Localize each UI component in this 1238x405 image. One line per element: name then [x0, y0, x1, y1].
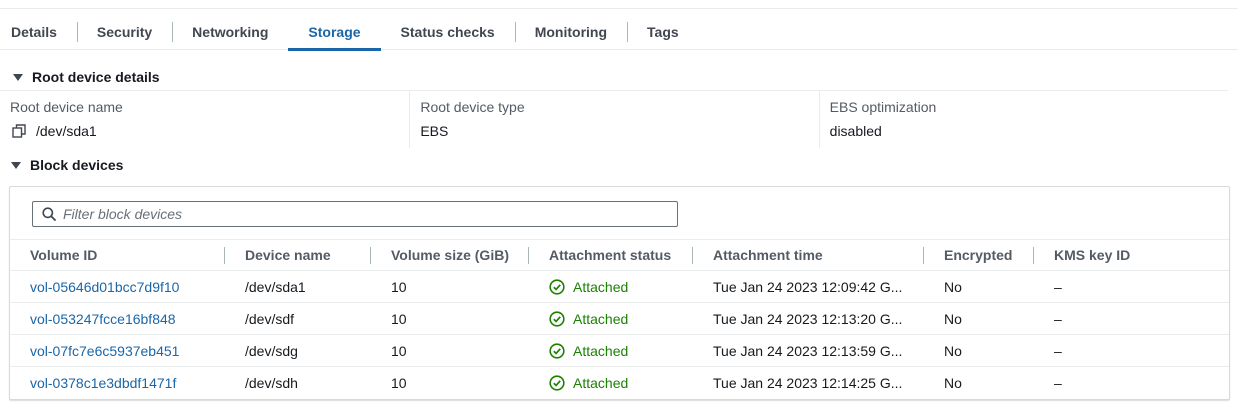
- caret-down-icon: [11, 162, 21, 169]
- block-devices-toggle[interactable]: Block devices: [11, 157, 123, 173]
- root-device-name-value-row: /dev/sda1: [6, 123, 409, 139]
- kms-key-id-cell: –: [1054, 375, 1062, 391]
- tab-status-checks[interactable]: Status checks: [381, 15, 515, 49]
- volume-size-cell: 10: [391, 310, 407, 327]
- device-name-cell: /dev/sdh: [245, 375, 298, 391]
- encrypted-cell: No: [944, 310, 962, 327]
- status-badge: Attached: [549, 343, 693, 359]
- root-device-name-value: /dev/sda1: [36, 123, 97, 139]
- block-devices-title: Block devices: [30, 157, 124, 173]
- table-row: vol-0378c1e3dbdf1471f /dev/sdh 10 Attach…: [10, 367, 1229, 399]
- check-circle-icon: [549, 310, 565, 327]
- status-badge: Attached: [549, 375, 693, 391]
- table-body: vol-05646d01bcc7d9f10 /dev/sda1 10 Attac…: [10, 271, 1229, 399]
- tab-storage[interactable]: Storage: [288, 15, 381, 51]
- root-device-details-title: Root device details: [32, 69, 160, 85]
- copy-icon[interactable]: [12, 124, 26, 138]
- table-row: vol-053247fcce16bf848 /dev/sdf 10 Attach…: [10, 303, 1229, 335]
- tab-tags[interactable]: Tags: [627, 15, 699, 49]
- attachment-time-cell: Tue Jan 24 2023 12:13:20 G...: [713, 310, 903, 327]
- instance-tabs: Details Security Networking Storage Stat…: [0, 14, 1238, 51]
- volume-size-cell: 10: [391, 342, 407, 359]
- volume-id-link[interactable]: vol-0378c1e3dbdf1471f: [10, 375, 225, 391]
- attachment-status-cell: Attached: [529, 343, 693, 359]
- volume-id-link[interactable]: vol-05646d01bcc7d9f10: [10, 279, 225, 295]
- column-header-volume-size[interactable]: Volume size (GiB): [371, 239, 529, 271]
- encrypted-cell: No: [944, 278, 962, 295]
- volume-id-link[interactable]: vol-07fc7e6c5937eb451: [10, 343, 225, 359]
- check-circle-icon: [549, 342, 565, 359]
- attachment-time-cell: Tue Jan 24 2023 12:09:42 G...: [713, 278, 903, 295]
- column-header-volume-id[interactable]: Volume ID: [10, 239, 225, 271]
- tab-security[interactable]: Security: [76, 15, 172, 49]
- column-header-attachment-time[interactable]: Attachment time: [693, 239, 924, 271]
- kms-key-id-cell: –: [1054, 310, 1062, 327]
- block-devices-table: Volume ID Device name Volume size (GiB) …: [9, 186, 1230, 400]
- root-device-name-label: Root device name: [10, 99, 123, 115]
- table-row: vol-05646d01bcc7d9f10 /dev/sda1 10 Attac…: [10, 271, 1229, 303]
- ebs-optimization-field: EBS optimization disabled: [818, 91, 1228, 148]
- kms-key-id-cell: –: [1054, 342, 1062, 359]
- device-name-cell: /dev/sdg: [245, 342, 298, 359]
- volume-size-cell: 10: [391, 375, 407, 391]
- attachment-status-cell: Attached: [529, 311, 693, 327]
- column-header-attachment-status[interactable]: Attachment status: [529, 239, 693, 271]
- search-icon: [42, 207, 56, 221]
- filter-block-devices-input[interactable]: [63, 206, 653, 222]
- attachment-status-cell: Attached: [529, 375, 693, 391]
- volume-id-link[interactable]: vol-053247fcce16bf848: [10, 311, 225, 327]
- tab-networking[interactable]: Networking: [172, 15, 288, 49]
- encrypted-cell: No: [944, 342, 962, 359]
- attachment-status-cell: Attached: [529, 279, 693, 295]
- column-header-kms-key-id[interactable]: KMS key ID: [1034, 239, 1229, 271]
- root-device-type-label: Root device type: [420, 99, 525, 115]
- encrypted-cell: No: [944, 375, 962, 391]
- tab-details[interactable]: Details: [0, 15, 77, 49]
- attachment-time-cell: Tue Jan 24 2023 12:14:25 G...: [713, 375, 903, 391]
- attachment-time-cell: Tue Jan 24 2023 12:13:59 G...: [713, 342, 903, 359]
- top-divider: [0, 8, 1238, 9]
- column-header-device-name[interactable]: Device name: [225, 239, 371, 271]
- status-badge: Attached: [549, 311, 693, 327]
- root-device-type-value: EBS: [420, 123, 449, 139]
- check-circle-icon: [549, 375, 565, 391]
- device-name-cell: /dev/sdf: [245, 310, 295, 327]
- ebs-optimization-label: EBS optimization: [829, 99, 937, 115]
- device-name-cell: /dev/sda1: [245, 278, 306, 295]
- root-device-name-field: Root device name /dev/sda1: [0, 91, 409, 148]
- caret-down-icon: [13, 74, 23, 81]
- table-row: vol-07fc7e6c5937eb451 /dev/sdg 10 Attach…: [10, 335, 1229, 367]
- filter-box: [32, 201, 678, 227]
- status-badge: Attached: [549, 279, 693, 295]
- root-device-details-toggle[interactable]: Root device details: [13, 69, 160, 85]
- root-device-type-field: Root device type EBS: [409, 91, 818, 148]
- volume-size-cell: 10: [391, 278, 407, 295]
- root-device-details: Root device name /dev/sda1 Root device t…: [0, 90, 1228, 148]
- column-header-encrypted[interactable]: Encrypted: [924, 239, 1034, 271]
- ebs-optimization-value: disabled: [829, 123, 882, 139]
- tab-monitoring[interactable]: Monitoring: [514, 15, 627, 49]
- check-circle-icon: [549, 278, 565, 295]
- table-header: Volume ID Device name Volume size (GiB) …: [10, 239, 1229, 271]
- kms-key-id-cell: –: [1054, 278, 1062, 295]
